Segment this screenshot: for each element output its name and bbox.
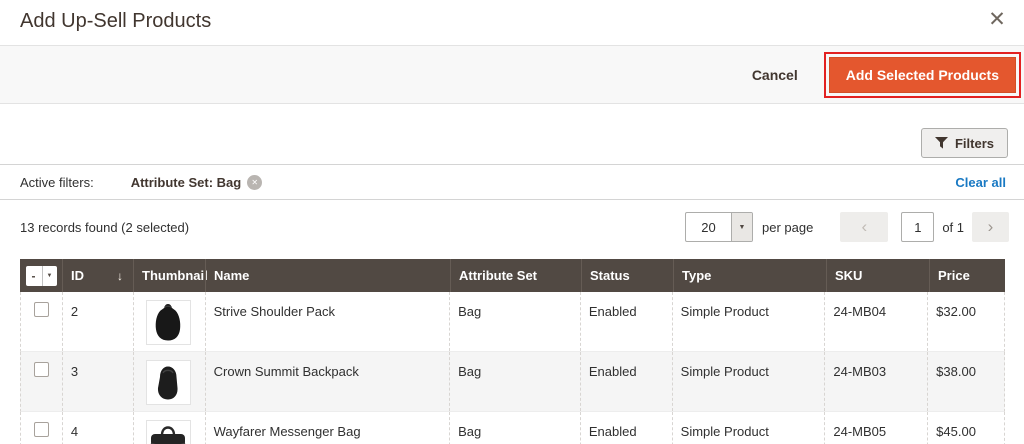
- active-filters-bar: Active filters: Attribute Set: Bag ✕ Cle…: [0, 165, 1024, 200]
- column-label: ID: [71, 268, 84, 283]
- column-header-status[interactable]: Status: [581, 259, 673, 292]
- per-page-select[interactable]: 20 ▼: [685, 212, 753, 242]
- previous-page-button[interactable]: ‹: [840, 212, 889, 242]
- column-header-attribute-set[interactable]: Attribute Set: [450, 259, 581, 292]
- filter-chip: Attribute Set: Bag ✕: [130, 174, 263, 190]
- chevron-down-icon: ▼: [731, 213, 752, 241]
- status-cell: Enabled: [581, 292, 673, 351]
- name-cell: Wayfarer Messenger Bag: [206, 412, 451, 444]
- page-title: Add Up-Sell Products: [20, 10, 212, 32]
- id-cell: 4: [63, 412, 134, 444]
- filters-button-label: Filters: [954, 135, 994, 151]
- per-page-value: 20: [701, 219, 716, 235]
- row-checkbox[interactable]: [33, 362, 49, 377]
- status-cell: Enabled: [581, 412, 673, 444]
- indeterminate-dash-icon: -: [26, 265, 43, 286]
- table-row[interactable]: 4 Wayfarer Messenger Bag Bag Enabled Sim…: [20, 412, 1005, 444]
- clear-all-link[interactable]: Clear all: [955, 175, 1006, 190]
- page-number-input[interactable]: [901, 212, 935, 242]
- table-row[interactable]: 3 Crown Summit Backpack Bag Enabled Simp…: [20, 352, 1005, 412]
- price-cell: $32.00: [936, 304, 976, 319]
- remove-filter-icon[interactable]: ✕: [247, 174, 263, 190]
- row-checkbox[interactable]: [33, 302, 49, 317]
- row-checkbox[interactable]: [33, 422, 49, 437]
- wayfarer-messenger-bag-thumbnail: [145, 420, 191, 444]
- active-filters-label: Active filters:: [20, 174, 94, 190]
- highlight-annotation-box: Add Selected Products: [823, 51, 1021, 98]
- price-cell: $45.00: [936, 424, 976, 439]
- column-header-type[interactable]: Type: [673, 259, 826, 292]
- next-page-button[interactable]: ›: [972, 212, 1010, 242]
- grid-header-row: - ▼ ID ↓ Thumbnail Name Attribute Set St…: [20, 259, 1005, 292]
- column-header-sku[interactable]: SKU: [826, 259, 929, 292]
- filter-chip-label: Attribute Set: Bag: [130, 174, 242, 190]
- cancel-button[interactable]: Cancel: [752, 67, 798, 83]
- column-header-id[interactable]: ID ↓: [62, 259, 133, 292]
- add-upsell-products-modal: Add Up-Sell Products ✕ Cancel Add Select…: [0, 0, 1024, 444]
- column-header-price[interactable]: Price: [929, 259, 1005, 292]
- filter-funnel-icon: [934, 137, 948, 149]
- thumbnail-cell: [134, 292, 206, 351]
- checkbox-cell: [21, 352, 63, 411]
- column-header-name[interactable]: Name: [205, 259, 450, 292]
- thumbnail-cell: [134, 412, 206, 444]
- thumbnail-cell: [134, 352, 206, 411]
- page-count-label: of 1: [942, 219, 965, 235]
- type-cell: Simple Product: [673, 292, 826, 351]
- name-cell: Crown Summit Backpack: [206, 352, 451, 411]
- sku-cell: 24-MB03: [825, 352, 929, 411]
- action-toolbar: Cancel Add Selected Products: [0, 45, 1024, 104]
- id-cell: 3: [63, 352, 134, 411]
- column-header-thumbnail[interactable]: Thumbnail: [133, 259, 208, 292]
- products-grid: - ▼ ID ↓ Thumbnail Name Attribute Set St…: [20, 259, 1005, 444]
- sku-cell: 24-MB04: [825, 292, 929, 351]
- price-cell: $38.00: [936, 364, 976, 379]
- strive-shoulder-pack-thumbnail: [145, 300, 191, 345]
- sku-cell: 24-MB05: [825, 412, 929, 444]
- sort-descending-icon: ↓: [117, 268, 123, 283]
- select-all-dropdown[interactable]: - ▼: [25, 265, 57, 286]
- attribute-set-cell: Bag: [450, 412, 581, 444]
- name-cell: Strive Shoulder Pack: [206, 292, 451, 351]
- type-cell: Simple Product: [673, 412, 826, 444]
- attribute-set-cell: Bag: [450, 352, 581, 411]
- filters-button[interactable]: Filters: [920, 128, 1008, 158]
- add-selected-products-button[interactable]: Add Selected Products: [828, 56, 1016, 93]
- select-all-header-cell: - ▼: [20, 259, 62, 292]
- id-cell: 2: [63, 292, 134, 351]
- chevron-down-icon: ▼: [46, 272, 53, 279]
- checkbox-cell: [21, 292, 63, 351]
- per-page-label: per page: [762, 219, 814, 235]
- status-cell: Enabled: [581, 352, 673, 411]
- type-cell: Simple Product: [673, 352, 826, 411]
- crown-summit-backpack-thumbnail: [145, 360, 191, 405]
- pagination-controls: 20 ▼ per page ‹ of 1 ›: [685, 212, 1010, 242]
- records-count: 13 records found (2 selected): [20, 220, 190, 235]
- table-row[interactable]: 2 Strive Shoulder Pack Bag Enabled Simpl…: [20, 292, 1005, 352]
- checkbox-cell: [21, 412, 63, 444]
- close-icon[interactable]: ✕: [980, 4, 1014, 36]
- attribute-set-cell: Bag: [450, 292, 581, 351]
